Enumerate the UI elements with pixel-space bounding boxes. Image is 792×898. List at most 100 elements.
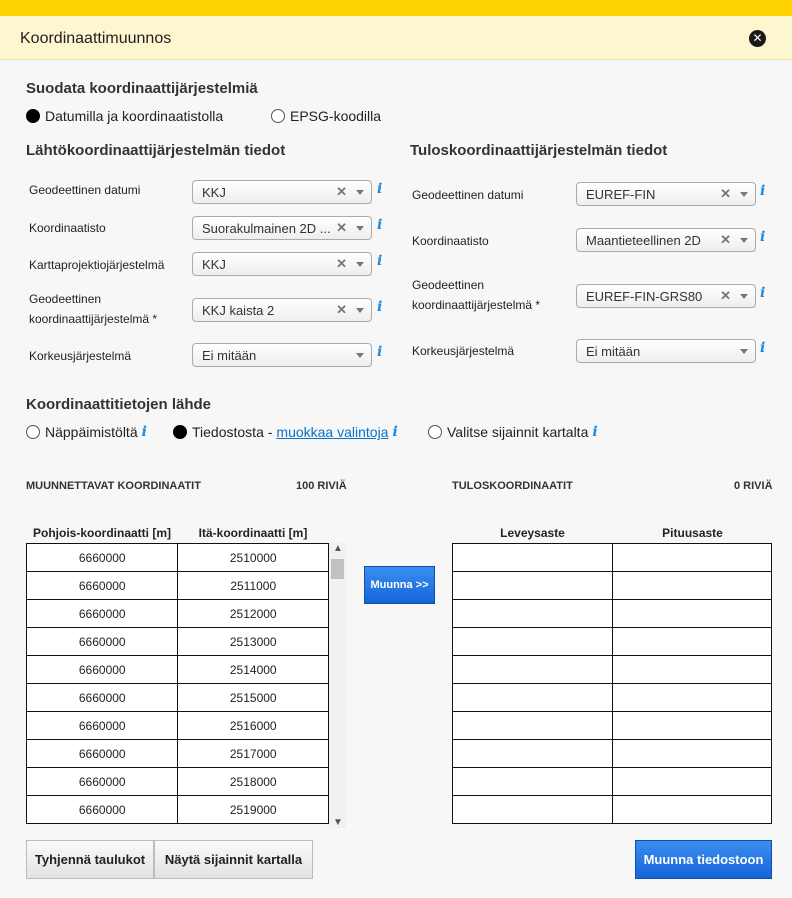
target-coordsys-select[interactable]: Maantieteellinen 2D ✕: [576, 228, 756, 252]
filter-radio-datum[interactable]: Datumilla ja koordinaatistolla: [26, 108, 223, 124]
source-height-select[interactable]: Ei mitään: [192, 343, 372, 367]
latitude-cell: [451, 711, 614, 740]
north-cell[interactable]: 6660000: [25, 767, 179, 796]
info-icon[interactable]: i: [377, 217, 382, 233]
east-cell[interactable]: 2517000: [177, 739, 329, 768]
show-on-map-button[interactable]: Näytä sijainnit kartalla: [154, 840, 313, 879]
north-cell[interactable]: 6660000: [25, 627, 179, 656]
dialog-content: Suodata koordinaattijärjestelmiä Datumil…: [0, 60, 792, 898]
latitude-cell: [451, 543, 614, 572]
north-cell[interactable]: 6660000: [25, 599, 179, 628]
output-col-lat: Leveysaste: [500, 526, 565, 540]
clear-icon[interactable]: ✕: [336, 184, 347, 200]
info-icon[interactable]: i: [142, 424, 147, 440]
datasource-radio-map[interactable]: Valitse sijainnit kartalta i: [428, 424, 598, 440]
table-row: 6660000 2519000: [25, 795, 329, 824]
datasource-radio-file[interactable]: Tiedostosta - muokkaa valintoja i: [173, 424, 398, 440]
north-cell[interactable]: 6660000: [25, 739, 179, 768]
info-icon[interactable]: i: [760, 340, 765, 356]
select-value: EUREF-FIN: [586, 187, 656, 202]
select-value: Ei mitään: [586, 344, 641, 359]
longitude-cell: [612, 543, 772, 572]
north-cell[interactable]: 6660000: [25, 571, 179, 600]
east-cell[interactable]: 2515000: [177, 683, 329, 712]
edit-selections-link[interactable]: muokkaa valintoja: [276, 424, 388, 440]
scroll-up-icon[interactable]: ▲: [333, 543, 343, 554]
target-crs-select[interactable]: EUREF-FIN-GRS80 ✕: [576, 284, 756, 308]
east-cell[interactable]: 2518000: [177, 767, 329, 796]
chevron-down-icon: [356, 353, 364, 358]
east-cell[interactable]: 2513000: [177, 627, 329, 656]
table-row: 6660000 2515000: [25, 683, 329, 712]
longitude-cell: [612, 627, 772, 656]
info-icon[interactable]: i: [377, 253, 382, 269]
clear-icon[interactable]: ✕: [720, 232, 731, 248]
latitude-cell: [451, 571, 614, 600]
source-coordsys-select[interactable]: Suorakulmainen 2D ... ✕: [192, 216, 372, 240]
info-icon[interactable]: i: [392, 424, 397, 440]
latitude-cell: [451, 655, 614, 684]
table-row: [451, 683, 772, 712]
clear-icon[interactable]: ✕: [336, 302, 347, 318]
input-table-scrollbar[interactable]: ▲ ▼: [329, 543, 346, 828]
north-cell[interactable]: 6660000: [25, 655, 179, 684]
target-height-select[interactable]: Ei mitään: [576, 339, 756, 363]
output-coordinates-table: [451, 543, 772, 824]
clear-icon[interactable]: ✕: [720, 288, 731, 304]
north-cell[interactable]: 6660000: [25, 795, 179, 824]
target-height-label: Korkeusjärjestelmä: [412, 344, 515, 358]
table-row: 6660000 2510000: [25, 543, 329, 572]
east-cell[interactable]: 2519000: [177, 795, 329, 824]
table-row: 6660000 2514000: [25, 655, 329, 684]
info-icon[interactable]: i: [377, 299, 382, 315]
table-row: 6660000 2517000: [25, 739, 329, 768]
north-cell[interactable]: 6660000: [25, 711, 179, 740]
table-row: [451, 627, 772, 656]
source-datum-select[interactable]: KKJ ✕: [192, 180, 372, 204]
filter-option-label: Datumilla ja koordinaatistolla: [45, 108, 224, 124]
convert-to-file-button[interactable]: Muunna tiedostoon: [635, 840, 772, 879]
east-cell[interactable]: 2512000: [177, 599, 329, 628]
table-row: 6660000 2511000: [25, 571, 329, 600]
clear-icon[interactable]: ✕: [336, 220, 347, 236]
latitude-cell: [451, 683, 614, 712]
clear-icon[interactable]: ✕: [336, 256, 347, 272]
radio-unselected-icon: [271, 109, 285, 123]
close-icon[interactable]: ✕: [749, 30, 766, 47]
info-icon[interactable]: i: [760, 285, 765, 301]
radio-unselected-icon: [26, 425, 40, 439]
east-cell[interactable]: 2514000: [177, 655, 329, 684]
clear-tables-button[interactable]: Tyhjennä taulukot: [26, 840, 154, 879]
dialog-header: Koordinaattimuunnos ✕: [0, 16, 792, 60]
north-cell[interactable]: 6660000: [25, 683, 179, 712]
target-datum-select[interactable]: EUREF-FIN ✕: [576, 182, 756, 206]
datasource-radio-keyboard[interactable]: Näppäimistöltä i: [26, 424, 147, 440]
info-icon[interactable]: i: [592, 424, 597, 440]
select-value: Maantieteellinen 2D: [586, 233, 701, 248]
clear-icon[interactable]: ✕: [720, 186, 731, 202]
scrollbar-thumb[interactable]: [331, 559, 344, 579]
scroll-down-icon[interactable]: ▼: [333, 817, 343, 828]
radio-selected-icon: [173, 425, 187, 439]
chevron-down-icon: [740, 192, 748, 197]
info-icon[interactable]: i: [760, 229, 765, 245]
radio-unselected-icon: [428, 425, 442, 439]
label-line: Geodeettinen: [29, 292, 102, 306]
convert-button[interactable]: Muunna >>: [364, 566, 435, 604]
east-cell[interactable]: 2516000: [177, 711, 329, 740]
info-icon[interactable]: i: [760, 183, 765, 199]
east-cell[interactable]: 2510000: [177, 543, 329, 572]
north-cell[interactable]: 6660000: [25, 543, 179, 572]
info-icon[interactable]: i: [377, 181, 382, 197]
info-icon[interactable]: i: [377, 344, 382, 360]
select-value: KKJ: [202, 185, 226, 200]
source-crs-select[interactable]: KKJ kaista 2 ✕: [192, 298, 372, 322]
filter-radio-epsg[interactable]: EPSG-koodilla: [271, 108, 381, 124]
target-crs-label: Geodeettinen koordinaattijärjestelmä *: [412, 275, 540, 315]
table-row: [451, 655, 772, 684]
latitude-cell: [451, 767, 614, 796]
source-coordsys-label: Koordinaatisto: [29, 221, 106, 235]
radio-selected-icon: [26, 109, 40, 123]
east-cell[interactable]: 2511000: [177, 571, 329, 600]
source-projection-select[interactable]: KKJ ✕: [192, 252, 372, 276]
